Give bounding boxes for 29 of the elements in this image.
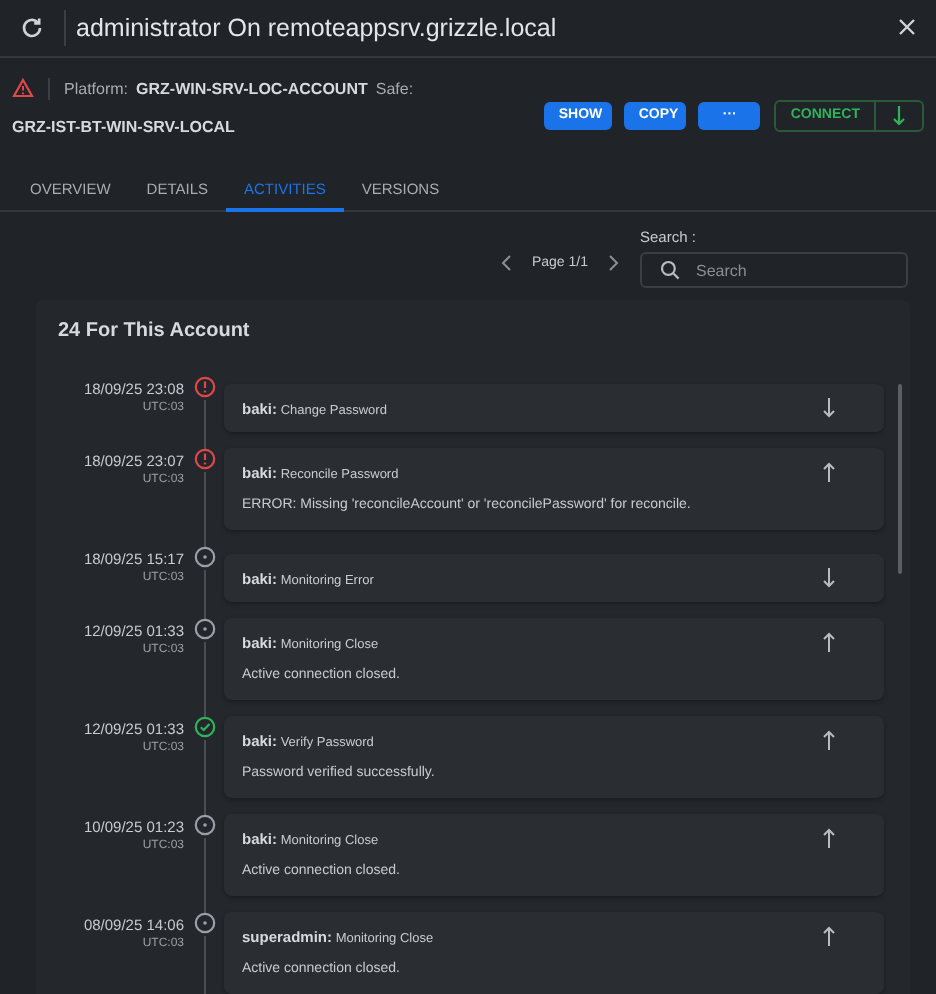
arrow-icon[interactable] [822,398,836,418]
warning-icon [12,78,34,99]
platform-value: GRZ-WIN-SRV-LOC-ACCOUNT [136,79,368,98]
search-icon [660,260,680,280]
arrow-icon[interactable] [822,926,836,946]
check-circle-icon [193,716,215,738]
arrow-icon[interactable] [822,730,836,750]
arrow-icon[interactable] [822,632,836,652]
down-arrow-icon [892,105,906,126]
refresh-icon[interactable] [20,15,44,40]
dot-circle-icon [193,546,215,568]
panel-heading: 24 For This Account [56,320,252,346]
search-field[interactable]: Search [640,252,908,288]
dot-circle-icon [193,814,215,836]
next-icon[interactable] [608,254,620,272]
close-icon[interactable] [898,18,916,37]
window-title: administrator On remoteappsrv.grizzle.local [76,13,559,42]
dot-circle-icon [193,618,215,640]
arrow-icon[interactable] [822,568,836,588]
scrollbar[interactable] [898,384,902,574]
platform-label: Platform: [64,79,129,98]
alert-circle-icon [193,376,215,398]
dot-circle-icon [193,912,215,934]
arrow-icon[interactable] [822,828,836,848]
previous-icon[interactable] [499,254,512,272]
safe-label: Safe: [375,79,414,98]
safe-value: GRZ-IST-BT-WIN-SRV-LOCAL [12,117,237,136]
arrow-icon[interactable] [822,462,836,482]
alert-circle-icon [193,448,215,470]
